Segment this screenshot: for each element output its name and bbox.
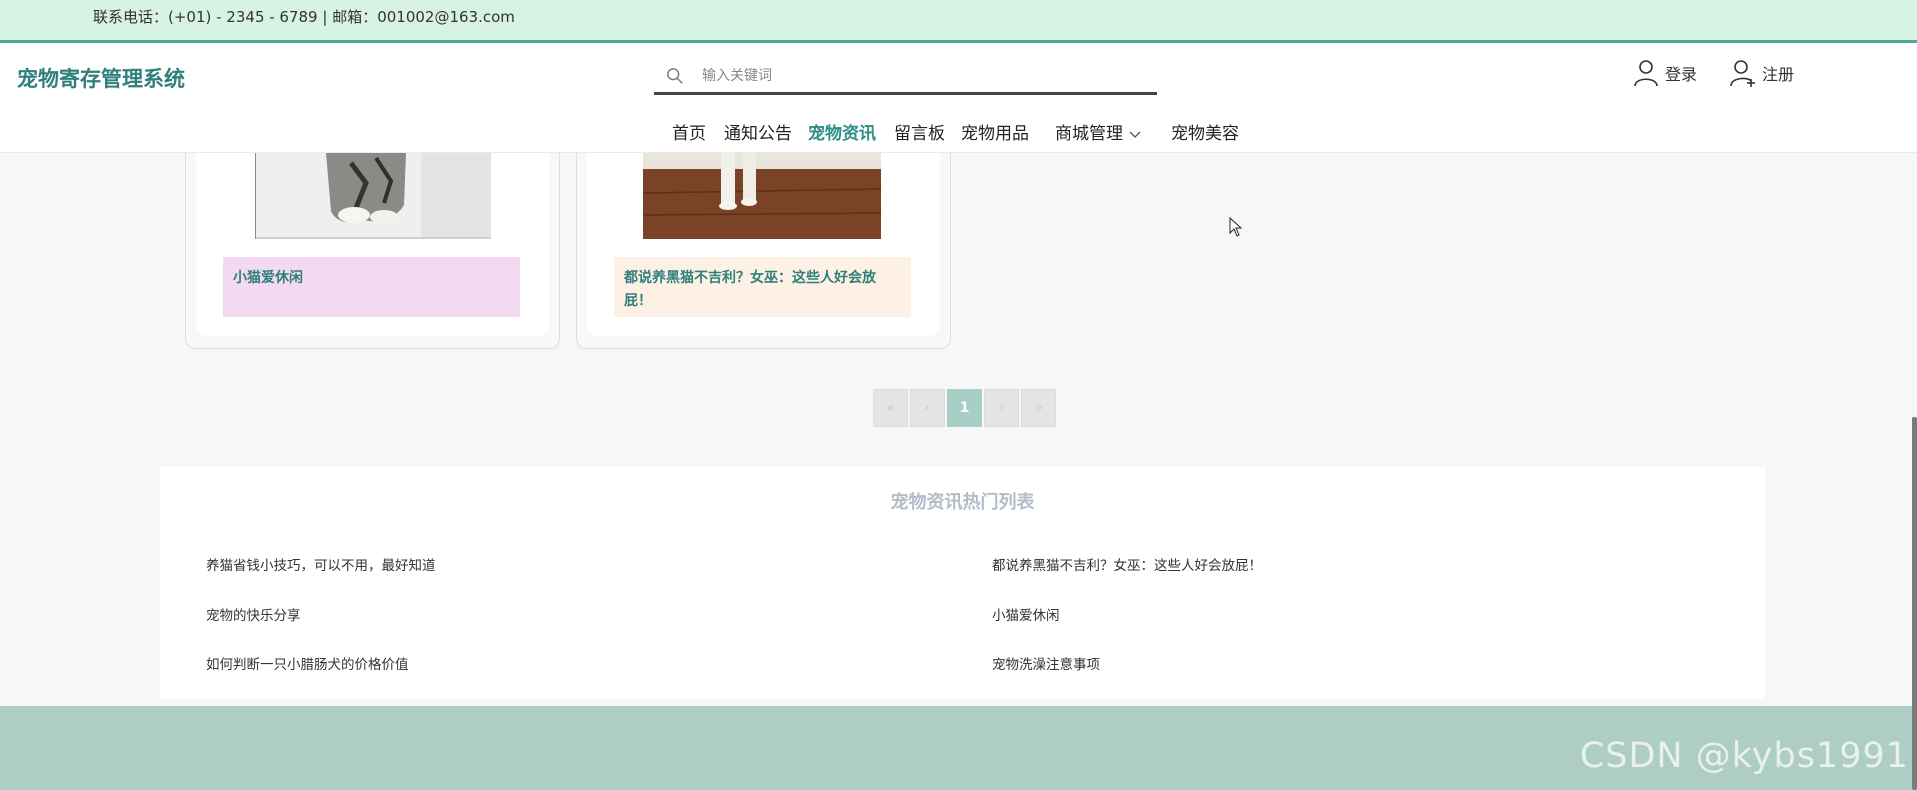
page-first-button[interactable]: « [873,389,908,427]
nav-item-pet-news[interactable]: 宠物资讯 [808,119,876,144]
nav-item-mall-label: 商城管理 [1055,124,1123,144]
register-label: 注册 [1762,65,1795,84]
login-button[interactable]: 登录 [1633,59,1697,87]
cat-image [256,153,491,239]
page-current-button[interactable]: 1 [947,389,982,427]
list-item[interactable]: 宠物的快乐分享 [206,604,301,624]
news-card-title[interactable]: 都说养黑猫不吉利？女巫：这些人好会放屁！ [614,257,911,317]
news-card-title[interactable]: 小猫爱休闲 [223,257,520,317]
nav-item-pet-grooming[interactable]: 宠物美容 [1171,119,1239,144]
hot-news-list: 宠物资讯热门列表 养猫省钱小技巧，可以不用，最好知道 都说养黑猫不吉利？女巫：这… [160,467,1765,699]
watermark: CSDN @kybs1991 [1579,736,1909,776]
list-item[interactable]: 如何判断一只小腊肠犬的价格价值 [206,653,409,673]
main-nav: 首页 通知公告 宠物资讯 留言板 宠物用品 商城管理 宠物美容 [0,119,1917,149]
page-next-button[interactable]: › [984,389,1019,427]
user-icon [1634,60,1658,87]
scrollbar[interactable] [1912,417,1917,790]
list-item[interactable]: 养猫省钱小技巧，可以不用，最好知道 [206,554,436,574]
page-last-button[interactable]: » [1021,389,1056,427]
cat-image [643,153,881,239]
news-card-image[interactable] [643,153,881,239]
news-card-image[interactable] [255,153,491,239]
search-input[interactable] [702,59,1142,93]
nav-item-pet-supplies[interactable]: 宠物用品 [961,119,1029,144]
contact-bar: 联系电话：(+01) - 2345 - 6789 | 邮箱：001002@163… [0,0,1917,43]
nav-item-message-board[interactable]: 留言板 [894,119,945,144]
page: 联系电话：(+01) - 2345 - 6789 | 邮箱：001002@163… [0,0,1917,790]
news-card-body: 小猫爱休闲 [196,153,549,336]
contact-text: 联系电话：(+01) - 2345 - 6789 | 邮箱：001002@163… [93,8,515,26]
search-box [654,59,1157,95]
chevron-down-icon [1129,131,1141,138]
user-add-icon [1730,60,1755,87]
site-title[interactable]: 宠物寄存管理系统 [17,63,185,93]
pagination: « ‹ 1 › » [873,389,1057,427]
search-icon[interactable] [666,67,684,85]
mouse-cursor-icon [1229,217,1243,237]
header: 宠物寄存管理系统 登录 注册 首页 [0,43,1917,153]
nav-item-notices[interactable]: 通知公告 [724,119,792,144]
news-card-body: 都说养黑猫不吉利？女巫：这些人好会放屁！ [587,153,940,336]
hot-list-title: 宠物资讯热门列表 [890,492,1035,513]
nav-item-mall-management[interactable]: 商城管理 [1055,119,1141,144]
login-label: 登录 [1665,65,1698,84]
list-item[interactable]: 小猫爱休闲 [992,604,1060,624]
list-item[interactable]: 宠物洗澡注意事项 [992,653,1100,673]
nav-item-home[interactable]: 首页 [672,119,706,144]
news-card[interactable]: 都说养黑猫不吉利？女巫：这些人好会放屁！ [576,153,951,349]
register-button[interactable]: 注册 [1730,59,1794,87]
list-item[interactable]: 都说养黑猫不吉利？女巫：这些人好会放屁！ [992,554,1262,574]
news-card[interactable]: 小猫爱休闲 [185,153,560,349]
page-prev-button[interactable]: ‹ [910,389,945,427]
